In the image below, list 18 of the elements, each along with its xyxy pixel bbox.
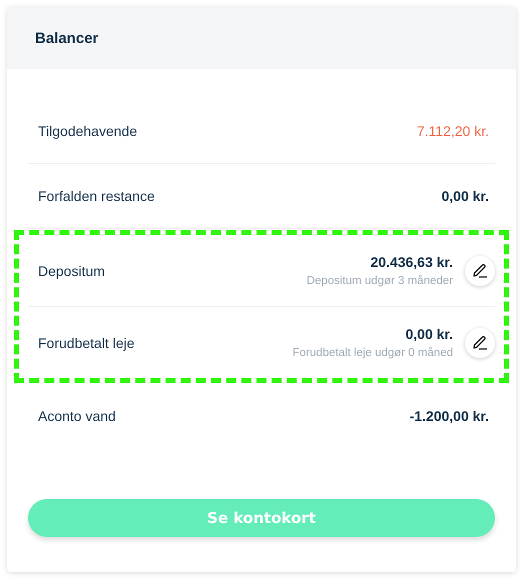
card-title: Balancer <box>35 30 98 46</box>
account-card-button[interactable]: Se kontokort <box>28 499 495 537</box>
balance-label: Depositum <box>38 262 105 278</box>
pen-icon <box>472 334 488 350</box>
balance-label: Tilgodehavende <box>38 123 138 139</box>
balance-amount: 20.436,63 kr. <box>370 254 453 270</box>
balance-note: Forudbetalt leje udgør 0 måned <box>292 347 453 359</box>
edit-button[interactable] <box>465 328 495 358</box>
balance-amount: 7.112,20 kr. <box>416 123 489 139</box>
balance-amount: 0,00 kr. <box>442 188 489 204</box>
balance-note: Depositum udgør 3 måneder <box>306 275 453 287</box>
balance-amount: 0,00 kr. <box>406 326 453 342</box>
pen-icon <box>472 262 488 278</box>
balance-amount: -1.200,00 kr. <box>410 408 489 424</box>
balance-label: Forfalden restance <box>38 188 155 204</box>
edit-button[interactable] <box>465 256 495 286</box>
balance-label: Forudbetalt leje <box>38 334 135 350</box>
balance-label: Aconto vand <box>38 408 116 424</box>
